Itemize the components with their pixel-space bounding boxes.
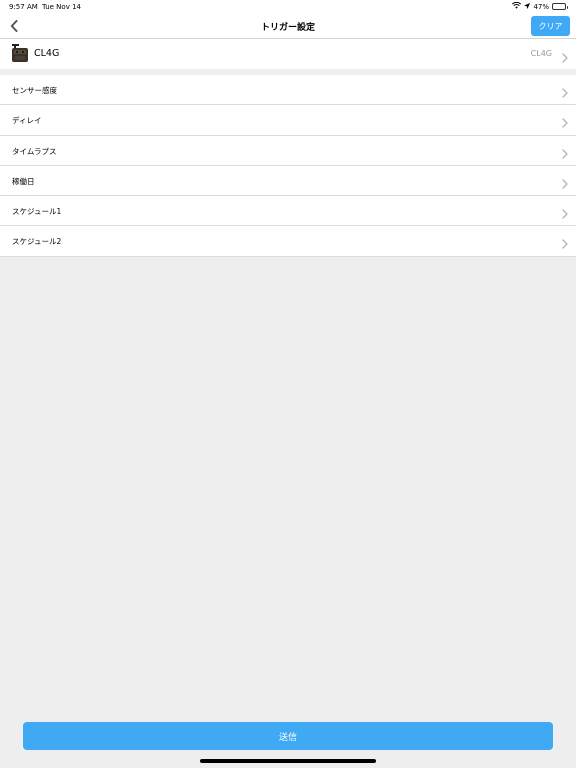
chevron-right-icon (562, 204, 568, 223)
status-right: 47% (512, 1, 568, 11)
list-item-schedule-2[interactable]: スケジュール2 (0, 226, 576, 257)
list-item-sensor-sensitivity[interactable]: センサー感度 (0, 75, 576, 106)
location-icon (524, 2, 531, 11)
list-item-delay[interactable]: ディレイ (0, 105, 576, 136)
clear-button[interactable]: クリア (531, 16, 570, 36)
list-item-label: センサー感度 (12, 86, 57, 95)
list-item-timelapse[interactable]: タイムラプス (0, 136, 576, 166)
wifi-icon (512, 1, 522, 11)
page-title: トリガー設定 (260, 23, 315, 33)
chevron-right-icon (562, 83, 568, 102)
send-button[interactable]: 送信 (23, 722, 553, 750)
list-item-label: 稼働日 (12, 176, 35, 186)
list-item-schedule-1[interactable]: スケジュール1 (0, 196, 576, 227)
chevron-right-icon (562, 234, 568, 253)
battery-percent: 47% (533, 2, 549, 11)
device-value: CL4G (530, 49, 552, 58)
chevron-right-icon (562, 48, 568, 67)
navigation-bar: トリガー設定 クリア (0, 13, 576, 39)
list-item-label: スケジュール1 (12, 207, 62, 217)
camera-device-icon (11, 44, 29, 67)
battery-icon (552, 3, 568, 10)
list-item-label: タイムラプス (12, 146, 57, 156)
home-indicator (200, 759, 376, 763)
list-item-label: ディレイ (12, 116, 42, 126)
status-time: 9:57 AM (9, 3, 38, 11)
chevron-right-icon (562, 144, 568, 163)
chevron-right-icon (562, 113, 568, 132)
device-name: CL4G (34, 48, 60, 59)
status-bar: 9:57 AM Tue Nov 14 47% (0, 0, 576, 13)
list-item-operating-days[interactable]: 稼働日 (0, 166, 576, 197)
status-date: Tue Nov 14 (42, 3, 81, 11)
settings-list: センサー感度 ディレイ タイムラプス 稼働日 スケジュール1 スケジュール2 (0, 75, 576, 257)
list-item-label: スケジュール2 (12, 237, 62, 247)
chevron-right-icon (562, 174, 568, 193)
device-row[interactable]: CL4G CL4G (0, 39, 576, 69)
